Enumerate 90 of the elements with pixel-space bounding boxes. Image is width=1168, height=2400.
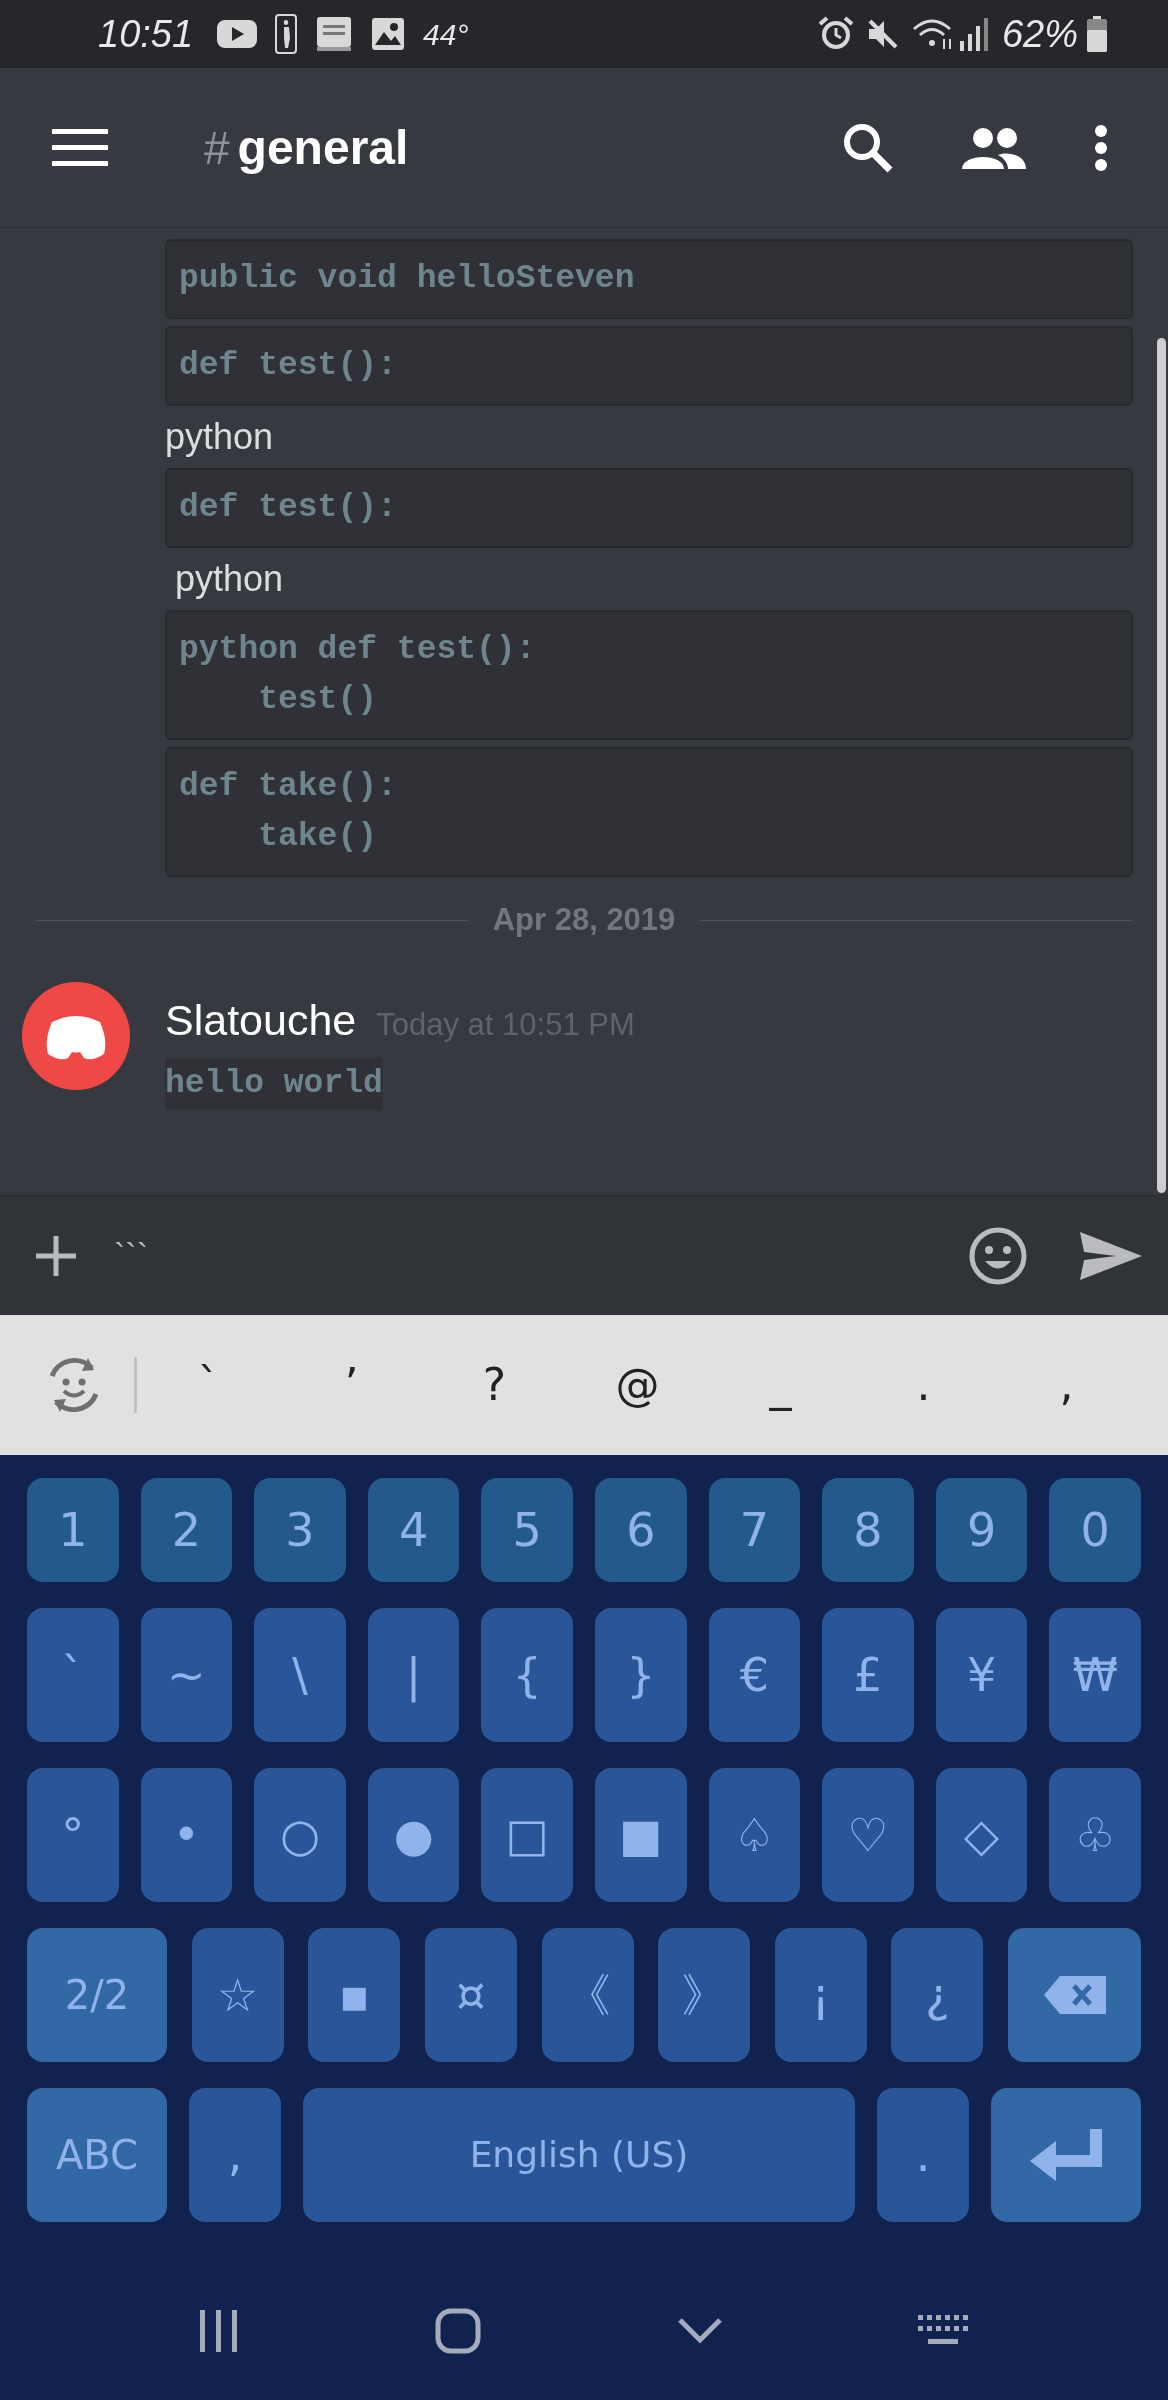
code-block: python def test(): test() bbox=[165, 610, 1133, 740]
backspace-icon bbox=[1043, 1976, 1106, 2014]
symbol-key[interactable]: ■ bbox=[594, 1768, 687, 1902]
number-key[interactable]: 4 bbox=[367, 1478, 460, 1582]
symbol-key[interactable]: 》 bbox=[658, 1928, 751, 2062]
suggestion-chip[interactable]: _ bbox=[709, 1352, 852, 1418]
suggestion-chip[interactable]: ? bbox=[423, 1352, 566, 1418]
symbol-key[interactable]: ° bbox=[27, 1768, 119, 1902]
avatar-icon[interactable] bbox=[22, 981, 130, 1090]
status-time: 10:51 bbox=[98, 11, 194, 57]
symbol-key[interactable]: ~ bbox=[140, 1608, 233, 1742]
battery-percentage: 62% bbox=[1001, 11, 1078, 57]
suggestion-chip[interactable]: , bbox=[995, 1352, 1138, 1418]
enter-icon bbox=[1030, 2129, 1102, 2181]
author-name: Slatouche bbox=[165, 994, 357, 1046]
emoji-icon[interactable] bbox=[968, 1225, 1028, 1286]
members-icon[interactable] bbox=[962, 126, 1026, 169]
home-icon[interactable] bbox=[435, 2308, 482, 2354]
more-icon[interactable] bbox=[1094, 124, 1108, 171]
composer-bar[interactable]: ``` bbox=[0, 1195, 1168, 1315]
symbol-key[interactable]: ` bbox=[27, 1608, 119, 1742]
symbol-key[interactable]: • bbox=[140, 1768, 233, 1902]
channel-title: general bbox=[237, 119, 409, 176]
signal-icon bbox=[959, 17, 990, 51]
suggestion-chip[interactable]: @ bbox=[566, 1352, 709, 1418]
code-block: def test(): bbox=[165, 468, 1133, 548]
symbol-key[interactable]: □ bbox=[481, 1768, 573, 1902]
symbol-key[interactable]: ¡ bbox=[774, 1928, 867, 2062]
enter-key[interactable] bbox=[991, 2088, 1141, 2222]
send-icon[interactable] bbox=[1080, 1231, 1142, 1280]
symbol-key[interactable]: ♡ bbox=[822, 1768, 914, 1902]
number-key[interactable]: 1 bbox=[27, 1478, 119, 1582]
keyboard-icon[interactable] bbox=[918, 2315, 971, 2347]
symbol-key[interactable]: 《 bbox=[541, 1928, 634, 2062]
backspace-key[interactable] bbox=[1008, 1928, 1141, 2062]
suggestion-chip[interactable]: ` bbox=[137, 1352, 280, 1418]
symbol-key[interactable]: | bbox=[367, 1608, 460, 1742]
code-block: def test(): bbox=[165, 326, 1133, 406]
symbol-key[interactable]: . bbox=[877, 2088, 969, 2222]
mode-key[interactable]: ABC bbox=[27, 2088, 167, 2222]
number-key[interactable]: 3 bbox=[254, 1478, 346, 1582]
menu-icon bbox=[52, 128, 108, 167]
symbol-key[interactable]: ☆ bbox=[191, 1928, 284, 2062]
chevron-down-icon[interactable] bbox=[676, 2317, 723, 2345]
recent-apps-icon[interactable] bbox=[197, 2310, 240, 2352]
suggestion-chip[interactable]: . bbox=[852, 1352, 995, 1418]
symbol-key[interactable]: £ bbox=[822, 1608, 914, 1742]
number-key[interactable]: 9 bbox=[935, 1478, 1028, 1582]
number-key[interactable]: 6 bbox=[594, 1478, 687, 1582]
number-key[interactable]: 7 bbox=[708, 1478, 801, 1582]
wifi-icon bbox=[911, 17, 954, 51]
alarm-icon bbox=[817, 16, 854, 52]
number-key[interactable]: 2 bbox=[140, 1478, 233, 1582]
inline-code: hello world bbox=[165, 1058, 383, 1110]
symbol-key[interactable]: ○ bbox=[254, 1768, 346, 1902]
book-icon bbox=[315, 15, 354, 53]
symbol-key[interactable]: \ bbox=[254, 1608, 346, 1742]
symbol-key[interactable]: ♤ bbox=[708, 1768, 801, 1902]
symbol-key[interactable]: { bbox=[481, 1608, 573, 1742]
suggestion-chip[interactable]: ’ bbox=[280, 1352, 423, 1418]
symbol-key[interactable]: ◇ bbox=[935, 1768, 1028, 1902]
symbol-key[interactable]: } bbox=[594, 1608, 687, 1742]
date-divider: Apr 28, 2019 bbox=[492, 901, 676, 939]
message-text: python bbox=[165, 415, 275, 459]
symbol-key[interactable]: ♧ bbox=[1049, 1768, 1141, 1902]
message-input[interactable]: ``` bbox=[114, 1225, 968, 1286]
channel-hash: # bbox=[204, 120, 230, 176]
message-text: python bbox=[174, 557, 285, 601]
mode-key[interactable]: 2/2 bbox=[27, 1928, 167, 2062]
menu-button[interactable] bbox=[52, 127, 108, 168]
symbol-key[interactable]: ¥ bbox=[935, 1608, 1028, 1742]
symbol-key[interactable]: ▪ bbox=[308, 1928, 401, 2062]
symbol-key[interactable]: € bbox=[708, 1608, 801, 1742]
number-key[interactable]: 8 bbox=[822, 1478, 914, 1582]
space-key[interactable]: English (US) bbox=[303, 2088, 855, 2222]
symbol-key[interactable]: ¤ bbox=[424, 1928, 517, 2062]
image-icon bbox=[371, 17, 406, 51]
play-icon bbox=[217, 20, 258, 48]
symbol-key[interactable]: , bbox=[189, 2088, 281, 2222]
symbol-key[interactable]: ₩ bbox=[1049, 1608, 1141, 1742]
temperature: 44° bbox=[423, 16, 469, 53]
plus-icon[interactable] bbox=[36, 1235, 76, 1276]
battery-icon bbox=[1086, 16, 1108, 52]
code-block: def take(): take() bbox=[165, 747, 1133, 877]
number-key[interactable]: 0 bbox=[1049, 1478, 1141, 1582]
search-icon[interactable] bbox=[842, 121, 894, 174]
code-block: public void helloSteven bbox=[165, 239, 1133, 319]
symbol-key[interactable]: ¿ bbox=[891, 1928, 984, 2062]
symbol-key[interactable]: ● bbox=[367, 1768, 460, 1902]
number-key[interactable]: 5 bbox=[481, 1478, 573, 1582]
